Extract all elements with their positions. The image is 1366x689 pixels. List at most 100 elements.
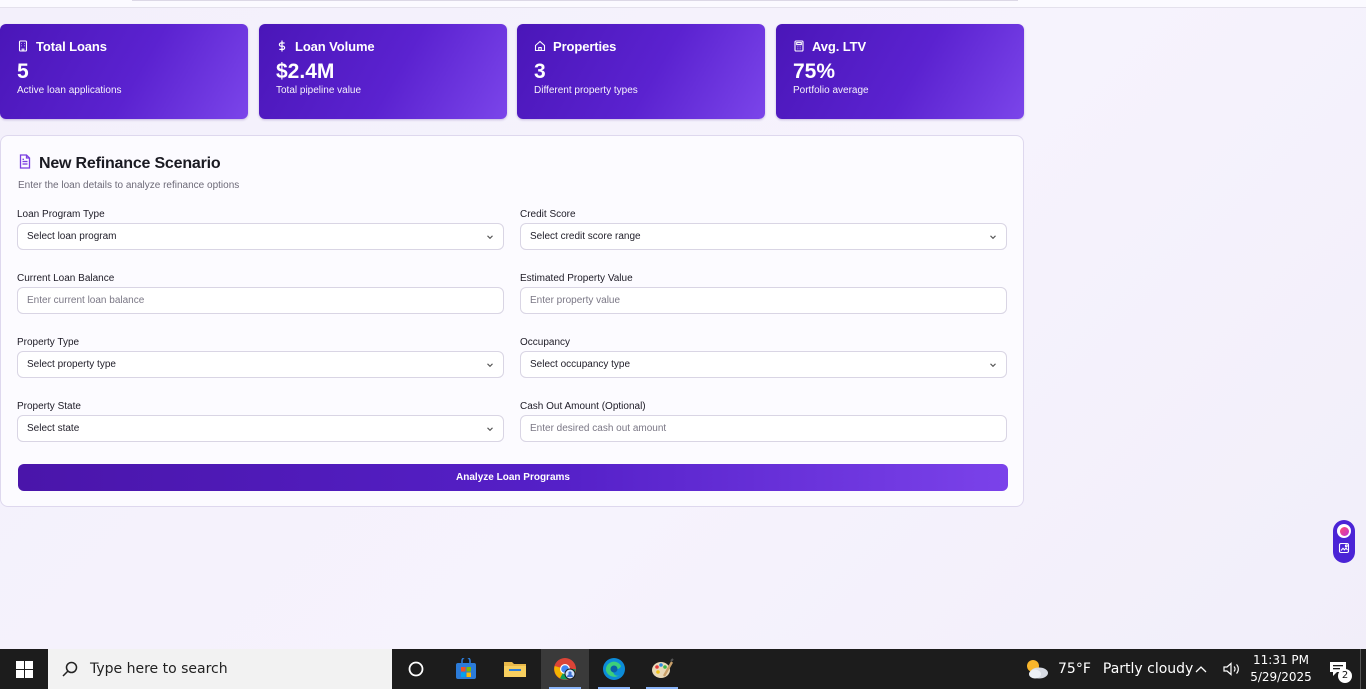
stat-card-loan-volume: Loan Volume $2.4M Total pipeline value [259, 24, 507, 119]
notification-count-badge: 2 [1338, 669, 1352, 683]
image-tool-icon[interactable] [1338, 541, 1350, 559]
document-icon [18, 154, 32, 174]
stat-card-avg-ltv: Avg. LTV 75% Portfolio average [776, 24, 1024, 119]
panel-subtitle: Enter the loan details to analyze refina… [18, 180, 240, 191]
property-type-select[interactable]: Select property type [17, 351, 504, 378]
folder-icon [504, 662, 526, 677]
field-label: Estimated Property Value [520, 273, 633, 284]
stat-value: 75% [793, 60, 836, 83]
panel-title: New Refinance Scenario [39, 155, 221, 172]
taskbar-paint[interactable] [638, 649, 686, 689]
stat-title: Total Loans [36, 38, 107, 54]
select-value: Select loan program [27, 231, 117, 242]
field-label: Credit Score [520, 209, 576, 220]
field-label: Occupancy [520, 337, 571, 348]
chevron-down-icon [487, 235, 493, 240]
input-placeholder: Enter property value [530, 295, 621, 306]
calculator-icon [793, 40, 805, 52]
top-header-bar [0, 0, 1366, 8]
property-type-field: Property Type Select property type [17, 337, 504, 378]
taskbar-chrome[interactable] [541, 649, 589, 689]
analyze-loan-programs-button[interactable]: Analyze Loan Programs [18, 464, 1008, 491]
weather-condition: Partly cloudy [1102, 661, 1194, 677]
occupancy-field: Occupancy Select occupancy type [520, 337, 1007, 378]
dollar-icon [276, 40, 288, 52]
stat-title: Loan Volume [295, 38, 375, 54]
cortana-circle-icon [408, 661, 424, 677]
property-state-select[interactable]: Select state [17, 415, 504, 442]
cash-out-input[interactable]: Enter desired cash out amount [520, 415, 1007, 442]
input-placeholder: Enter desired cash out amount [530, 423, 667, 434]
cortana-button[interactable] [392, 649, 440, 689]
select-value: Select state [27, 423, 80, 434]
cash-out-field: Cash Out Amount (Optional) Enter desired… [520, 401, 1007, 442]
stat-subtitle: Portfolio average [793, 85, 869, 96]
chevron-down-icon [990, 235, 996, 240]
taskbar-file-explorer[interactable] [491, 649, 539, 689]
stat-value: 5 [17, 60, 29, 83]
field-label: Current Loan Balance [17, 273, 115, 284]
stat-value: $2.4M [276, 60, 335, 83]
windows-taskbar: Type here to search 75°F Partly cloudy 1… [0, 649, 1366, 689]
credit-score-field: Credit Score Select credit score range [520, 209, 1007, 250]
current-loan-balance-field: Current Loan Balance Enter current loan … [17, 273, 504, 314]
stat-card-properties: Properties 3 Different property types [517, 24, 765, 119]
taskbar-weather[interactable]: 75°F Partly cloudy [1024, 649, 1193, 689]
search-icon [62, 661, 78, 677]
show-desktop-button[interactable] [1360, 649, 1366, 689]
stat-title: Avg. LTV [812, 38, 867, 54]
taskbar-edge[interactable] [590, 649, 638, 689]
windows-logo-icon [15, 660, 33, 678]
stat-subtitle: Total pipeline value [276, 85, 362, 96]
stats-row: Total Loans 5 Active loan applications L… [0, 24, 1024, 119]
property-value-field: Estimated Property Value Enter property … [520, 273, 1007, 314]
stat-card-total-loans: Total Loans 5 Active loan applications [0, 24, 248, 119]
refinance-scenario-panel: New Refinance Scenario Enter the loan de… [0, 135, 1024, 507]
input-placeholder: Enter current loan balance [27, 295, 145, 306]
property-value-input[interactable]: Enter property value [520, 287, 1007, 314]
top-header-divider [132, 0, 1018, 1]
property-state-field: Property State Select state [17, 401, 504, 442]
loan-program-field: Loan Program Type Select loan program [17, 209, 504, 250]
select-value: Select occupancy type [530, 359, 631, 370]
taskbar-search-placeholder: Type here to search [90, 661, 228, 677]
windows-start-button[interactable] [0, 649, 48, 689]
partly-cloudy-icon [1027, 660, 1048, 679]
current-loan-balance-input[interactable]: Enter current loan balance [17, 287, 504, 314]
occupancy-select[interactable]: Select occupancy type [520, 351, 1007, 378]
stat-value: 3 [534, 60, 546, 83]
home-icon [534, 40, 546, 52]
floating-assistant-widget[interactable] [1333, 520, 1355, 563]
show-hidden-icons-button[interactable] [1190, 649, 1212, 689]
paint-palette-icon [652, 658, 674, 678]
chevron-down-icon [487, 427, 493, 432]
loan-program-select[interactable]: Select loan program [17, 223, 504, 250]
credit-score-select[interactable]: Select credit score range [520, 223, 1007, 250]
taskbar-clock[interactable]: 11:31 PM 5/29/2025 [1248, 652, 1314, 686]
stat-subtitle: Active loan applications [17, 85, 122, 96]
chevron-up-icon [1195, 666, 1207, 673]
select-value: Select property type [27, 359, 116, 370]
clock-date: 5/29/2025 [1250, 670, 1312, 684]
store-icon [456, 658, 476, 679]
stat-title: Properties [553, 38, 617, 54]
taskbar-store[interactable] [442, 649, 490, 689]
chevron-down-icon [990, 363, 996, 368]
stat-subtitle: Different property types [534, 85, 638, 96]
chevron-down-icon [487, 363, 493, 368]
field-label: Property State [17, 401, 81, 412]
clock-time: 11:31 PM [1253, 653, 1309, 667]
field-label: Cash Out Amount (Optional) [520, 401, 646, 412]
weather-temperature: 75°F [1058, 661, 1091, 677]
taskbar-search-box[interactable]: Type here to search [48, 649, 392, 689]
action-center-button[interactable]: 2 [1320, 649, 1356, 689]
edge-icon [603, 658, 625, 680]
speaker-icon [1223, 662, 1239, 676]
assistant-icon[interactable] [1337, 524, 1351, 539]
select-value: Select credit score range [530, 231, 641, 242]
volume-button[interactable] [1220, 649, 1244, 689]
building-icon [17, 40, 29, 52]
field-label: Loan Program Type [17, 209, 105, 220]
field-label: Property Type [17, 337, 80, 348]
chrome-icon [554, 658, 576, 680]
